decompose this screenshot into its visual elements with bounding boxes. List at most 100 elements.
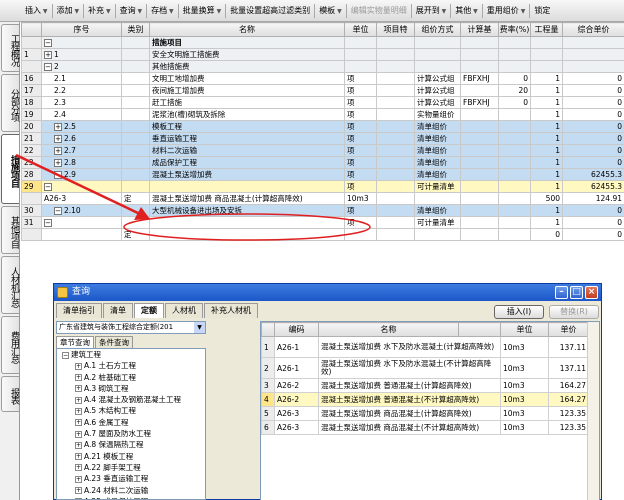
- seq-cell[interactable]: [41, 228, 122, 241]
- result-row[interactable]: 5 A26-3 混凝土泵送增加费 商品混凝土(计算超高降效) 10m3 123.35: [261, 406, 589, 421]
- dialog-tab-4[interactable]: 人材机: [165, 303, 203, 318]
- method-cell[interactable]: 清单组价: [414, 120, 461, 133]
- grid-header-rate[interactable]: 费率(%): [498, 22, 531, 37]
- seq-cell[interactable]: −2: [41, 60, 122, 73]
- unit-cell[interactable]: 项: [344, 168, 377, 181]
- result-price-cell[interactable]: 164.27: [548, 378, 589, 393]
- grid-header-base[interactable]: 计算基: [460, 22, 499, 37]
- chapter-root[interactable]: − 建筑工程: [57, 349, 205, 360]
- result-price-cell[interactable]: 123.35: [548, 406, 589, 421]
- qty-cell[interactable]: [530, 60, 563, 73]
- result-unit-cell[interactable]: 10m3: [500, 378, 549, 393]
- rate-cell[interactable]: [498, 36, 531, 49]
- category-cell[interactable]: [121, 180, 150, 193]
- result-code-cell[interactable]: A26-3: [274, 420, 319, 435]
- expand-icon[interactable]: +: [54, 123, 62, 131]
- unit-cell[interactable]: 项: [344, 156, 377, 169]
- grid-row[interactable]: −2 其他措施费: [21, 60, 624, 73]
- category-cell[interactable]: [121, 204, 150, 217]
- result-price-cell[interactable]: 123.35: [548, 420, 589, 435]
- feature-cell[interactable]: [376, 84, 415, 97]
- rate-cell[interactable]: [498, 120, 531, 133]
- price-cell[interactable]: 0: [562, 216, 624, 229]
- category-cell[interactable]: 定: [121, 192, 150, 205]
- results-header-unit[interactable]: 单位: [500, 322, 549, 337]
- price-cell[interactable]: 62455.3: [562, 180, 624, 193]
- seq-cell[interactable]: −2.10: [41, 204, 122, 217]
- category-cell[interactable]: [121, 36, 150, 49]
- seq-cell[interactable]: −: [41, 180, 122, 193]
- unit-cell[interactable]: 项: [344, 120, 377, 133]
- rate-cell[interactable]: [498, 168, 531, 181]
- qty-cell[interactable]: 1: [530, 120, 563, 133]
- feature-cell[interactable]: [376, 168, 415, 181]
- result-name-cell[interactable]: 混凝土泵送增加费 水下及防水混凝土(不计算超高降效): [318, 357, 501, 379]
- results-header-price[interactable]: 单价: [548, 322, 589, 337]
- chapter-item[interactable]: + A.22 脚手架工程: [57, 462, 205, 473]
- dialog-tab-5[interactable]: 补充人材机: [204, 303, 258, 318]
- seq-cell[interactable]: +2.8: [41, 156, 122, 169]
- base-cell[interactable]: [460, 36, 499, 49]
- toolbar-button[interactable]: 展开到 ▼: [413, 2, 450, 20]
- grid-row[interactable]: 20 +2.5 模板工程项清单组价 1 0: [21, 120, 624, 133]
- price-cell[interactable]: 0: [562, 144, 624, 157]
- unit-cell[interactable]: [344, 36, 377, 49]
- base-cell[interactable]: [460, 180, 499, 193]
- seq-cell[interactable]: +1: [41, 48, 122, 61]
- search-mode-tab-2[interactable]: 条件查询: [95, 336, 133, 348]
- row-number[interactable]: 16: [21, 72, 42, 85]
- toolbar-button[interactable]: 查询 ▼: [117, 2, 146, 20]
- method-cell[interactable]: 计算公式组: [414, 72, 461, 85]
- base-cell[interactable]: [460, 228, 499, 241]
- replace-button[interactable]: 替换(R): [549, 305, 599, 319]
- left-tab-4[interactable]: 其他项目: [1, 206, 19, 254]
- feature-cell[interactable]: [376, 228, 415, 241]
- toolbar-button[interactable]: 添加 ▼: [54, 2, 83, 20]
- price-cell[interactable]: [562, 36, 624, 49]
- toolbar-button[interactable]: 插入 ▼: [22, 2, 51, 20]
- category-cell[interactable]: [121, 96, 150, 109]
- chapter-item[interactable]: + A.6 金属工程: [57, 417, 205, 428]
- expand-icon[interactable]: +: [75, 453, 82, 461]
- grid-header-unit[interactable]: 单位: [344, 22, 377, 37]
- name-cell[interactable]: [149, 228, 345, 241]
- category-cell[interactable]: [121, 216, 150, 229]
- collapse-icon[interactable]: −: [54, 207, 62, 215]
- expand-icon[interactable]: +: [75, 475, 82, 483]
- row-number[interactable]: 23: [21, 156, 42, 169]
- rate-cell[interactable]: [498, 48, 531, 61]
- toolbar-button[interactable]: 批量设置超高过滤类别: [227, 2, 313, 20]
- category-cell[interactable]: [121, 132, 150, 145]
- method-cell[interactable]: 清单组价: [414, 156, 461, 169]
- left-tab-6[interactable]: 费用汇总: [1, 316, 19, 374]
- price-cell[interactable]: 0: [562, 96, 624, 109]
- seq-cell[interactable]: 2.1: [41, 72, 122, 85]
- rate-cell[interactable]: [498, 192, 531, 205]
- chapter-item[interactable]: + A.5 木结构工程: [57, 405, 205, 416]
- maximize-icon[interactable]: □: [570, 286, 583, 299]
- qty-cell[interactable]: 1: [530, 180, 563, 193]
- result-row[interactable]: 1 A26-1 混凝土泵送增加费 水下及防水混凝土(计算超高降效) 10m3 137.1…: [261, 336, 589, 358]
- rate-cell[interactable]: [498, 228, 531, 241]
- method-cell[interactable]: 清单组价: [414, 204, 461, 217]
- results-scrollbar[interactable]: [587, 322, 599, 500]
- result-code-cell[interactable]: A26-2: [274, 378, 319, 393]
- close-icon[interactable]: ×: [585, 286, 598, 299]
- price-cell[interactable]: 0: [562, 156, 624, 169]
- qty-cell[interactable]: 1: [530, 84, 563, 97]
- result-row-number[interactable]: 5: [261, 406, 275, 421]
- toolbar-button[interactable]: 存档 ▼: [148, 2, 177, 20]
- collapse-icon[interactable]: −: [54, 171, 62, 179]
- price-cell[interactable]: 124.91: [562, 192, 624, 205]
- seq-cell[interactable]: −: [41, 36, 122, 49]
- category-cell[interactable]: [121, 120, 150, 133]
- unit-cell[interactable]: 项: [344, 204, 377, 217]
- row-number[interactable]: 19: [21, 108, 42, 121]
- chapter-item[interactable]: + A.21 模板工程: [57, 451, 205, 462]
- result-name-cell[interactable]: 混凝土泵送增加费 水下及防水混凝土(计算超高降效): [318, 336, 501, 358]
- grid-header-name[interactable]: 名称: [149, 22, 345, 37]
- qty-cell[interactable]: 1: [530, 168, 563, 181]
- unit-cell[interactable]: 项: [344, 72, 377, 85]
- toolbar-button[interactable]: 其他 ▼: [452, 2, 481, 20]
- result-name-cell[interactable]: 混凝土泵送增加费 普通混凝土(计算超高降效): [318, 378, 501, 393]
